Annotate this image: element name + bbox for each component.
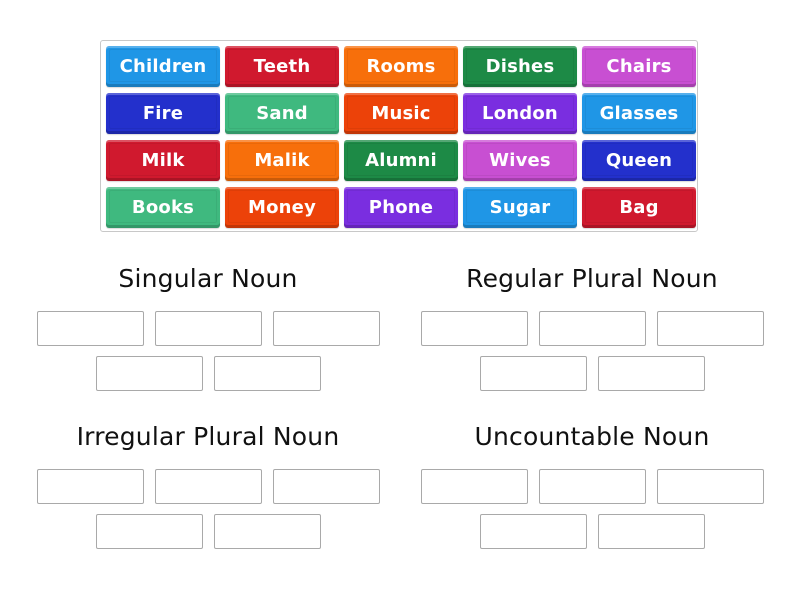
word-tile[interactable]: London xyxy=(463,93,577,134)
drop-slot[interactable] xyxy=(656,311,764,346)
group-title: Uncountable Noun xyxy=(474,422,710,451)
drop-slot[interactable] xyxy=(656,469,764,504)
drop-slot[interactable] xyxy=(479,356,587,391)
word-tile[interactable]: Music xyxy=(344,93,458,134)
group-title: Regular Plural Noun xyxy=(466,264,718,293)
word-tile[interactable]: Malik xyxy=(225,140,339,181)
word-tile[interactable]: Queen xyxy=(582,140,696,181)
drop-slot[interactable] xyxy=(154,311,262,346)
slot-row xyxy=(18,469,398,504)
word-tile[interactable]: Fire xyxy=(106,93,220,134)
drop-slot[interactable] xyxy=(420,469,528,504)
word-tile[interactable]: Sugar xyxy=(463,187,577,228)
word-tile[interactable]: Glasses xyxy=(582,93,696,134)
drop-slot[interactable] xyxy=(272,311,380,346)
drop-slot[interactable] xyxy=(597,356,705,391)
group-title: Singular Noun xyxy=(118,264,298,293)
drop-slot[interactable] xyxy=(213,356,321,391)
word-tile[interactable]: Rooms xyxy=(344,46,458,87)
drop-slot[interactable] xyxy=(154,469,262,504)
slot-row xyxy=(18,311,398,346)
word-tile[interactable]: Chairs xyxy=(582,46,696,87)
drop-slot[interactable] xyxy=(597,514,705,549)
drop-slot[interactable] xyxy=(36,469,144,504)
group-uncountable-noun: Uncountable Noun xyxy=(402,417,782,549)
drop-slot[interactable] xyxy=(36,311,144,346)
slot-row xyxy=(402,311,782,346)
word-tile[interactable]: Sand xyxy=(225,93,339,134)
group-regular-plural-noun: Regular Plural Noun xyxy=(402,259,782,391)
word-tile[interactable]: Children xyxy=(106,46,220,87)
group-singular-noun: Singular Noun xyxy=(18,259,398,391)
word-tile[interactable]: Money xyxy=(225,187,339,228)
group-irregular-plural-noun: Irregular Plural Noun xyxy=(18,417,398,549)
drop-slot[interactable] xyxy=(95,356,203,391)
word-tile-grid: Children Teeth Rooms Dishes Chairs Fire Sand Mu… xyxy=(106,46,696,228)
word-tile[interactable]: Alumni xyxy=(344,140,458,181)
drop-slot[interactable] xyxy=(420,311,528,346)
drop-slot[interactable] xyxy=(95,514,203,549)
slot-row xyxy=(402,469,782,504)
slot-row xyxy=(402,514,782,549)
word-tile[interactable]: Dishes xyxy=(463,46,577,87)
drop-slot[interactable] xyxy=(538,469,646,504)
slot-row xyxy=(18,514,398,549)
word-tile-panel: Children Teeth Rooms Dishes Chairs Fire Sand Mu… xyxy=(100,40,698,232)
drop-slot[interactable] xyxy=(538,311,646,346)
word-tile[interactable]: Phone xyxy=(344,187,458,228)
word-tile[interactable]: Books xyxy=(106,187,220,228)
drop-slot[interactable] xyxy=(479,514,587,549)
word-tile[interactable]: Milk xyxy=(106,140,220,181)
drop-slot[interactable] xyxy=(213,514,321,549)
drop-slot[interactable] xyxy=(272,469,380,504)
group-title: Irregular Plural Noun xyxy=(76,422,340,451)
slot-row xyxy=(18,356,398,391)
slot-row xyxy=(402,356,782,391)
word-tile[interactable]: Bag xyxy=(582,187,696,228)
word-tile[interactable]: Wives xyxy=(463,140,577,181)
word-tile[interactable]: Teeth xyxy=(225,46,339,87)
